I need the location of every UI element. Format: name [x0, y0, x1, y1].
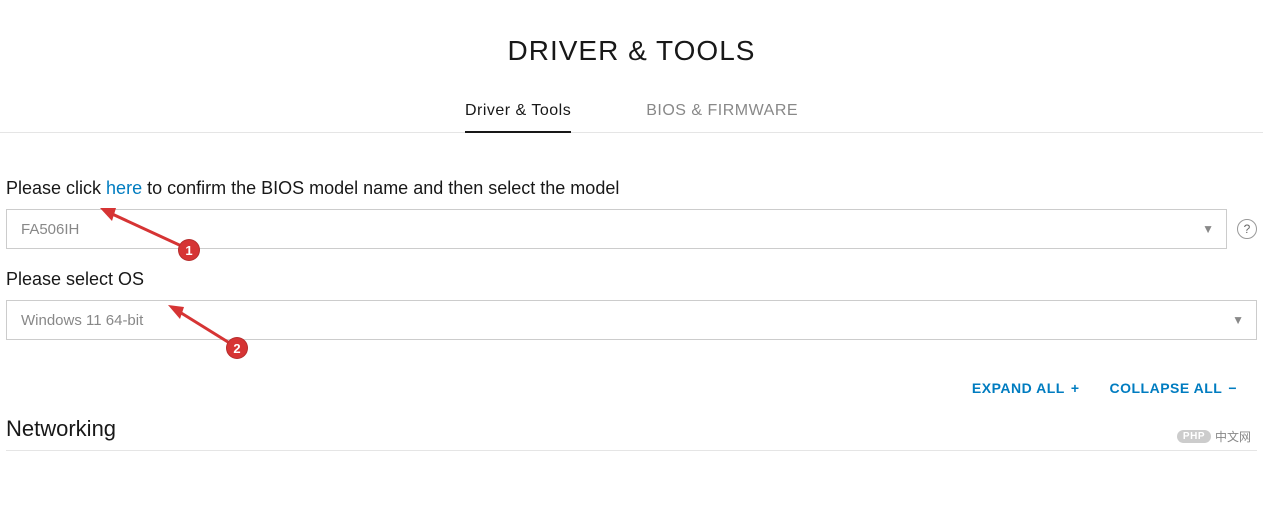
expand-all-label: EXPAND ALL — [972, 380, 1065, 396]
watermark: PHP 中文网 — [1177, 428, 1251, 445]
content-area: Please click here to confirm the BIOS mo… — [0, 133, 1263, 451]
expand-all-button[interactable]: EXPAND ALL + — [972, 380, 1080, 396]
model-select-label: Please click here to confirm the BIOS mo… — [6, 178, 1257, 199]
plus-icon: + — [1071, 380, 1080, 396]
chevron-down-icon: ▼ — [1202, 222, 1214, 236]
chevron-down-icon: ▼ — [1232, 313, 1244, 327]
os-select-label: Please select OS — [6, 269, 1257, 290]
os-select[interactable]: Windows 11 64-bit ▼ — [6, 300, 1257, 340]
label-prefix: Please click — [6, 178, 106, 198]
tab-driver-tools[interactable]: Driver & Tools — [465, 92, 571, 132]
watermark-text: 中文网 — [1215, 428, 1251, 445]
annotation-badge-2: 2 — [226, 337, 248, 359]
minus-icon: − — [1228, 380, 1237, 396]
os-select-value: Windows 11 64-bit — [21, 312, 143, 329]
model-select-value: FA506IH — [21, 221, 79, 238]
watermark-pill: PHP — [1177, 430, 1211, 443]
section-title-networking: Networking — [6, 416, 1257, 442]
confirm-bios-link[interactable]: here — [106, 178, 142, 198]
label-suffix: to confirm the BIOS model name and then … — [142, 178, 619, 198]
section-tools: EXPAND ALL + COLLAPSE ALL − — [6, 380, 1257, 396]
tab-bios-firmware[interactable]: BIOS & FIRMWARE — [646, 92, 798, 132]
help-icon[interactable]: ? — [1237, 219, 1257, 239]
tabs: Driver & Tools BIOS & FIRMWARE — [0, 92, 1263, 133]
page-title: DRIVER & TOOLS — [0, 0, 1263, 92]
collapse-all-button[interactable]: COLLAPSE ALL − — [1110, 380, 1238, 396]
os-select-row: Windows 11 64-bit ▼ — [6, 300, 1257, 340]
model-select[interactable]: FA506IH ▼ — [6, 209, 1227, 249]
divider — [6, 450, 1257, 451]
model-select-row: FA506IH ▼ ? — [6, 209, 1257, 249]
collapse-all-label: COLLAPSE ALL — [1110, 380, 1223, 396]
